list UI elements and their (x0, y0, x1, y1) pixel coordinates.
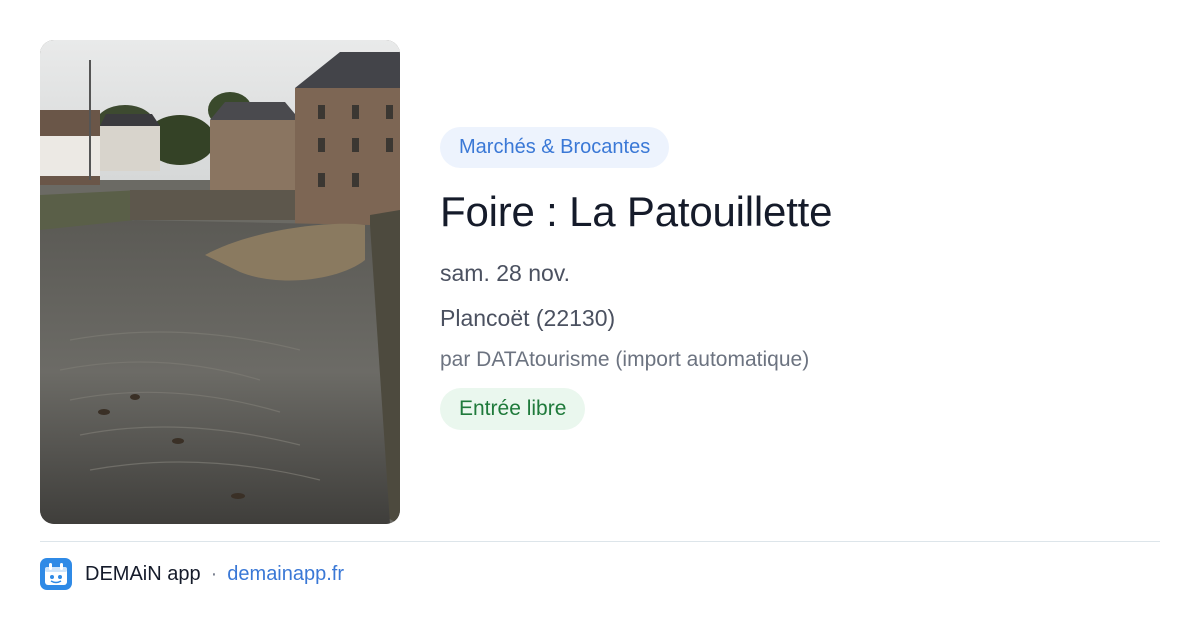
demain-logo-icon (40, 558, 72, 590)
event-info: Marchés & Brocantes Foire : La Patouille… (440, 127, 1160, 430)
app-name: DEMAiN app (85, 562, 201, 585)
event-location: Plancoët (22130) (440, 305, 616, 331)
price-badge: Entrée libre (440, 388, 586, 430)
category-badge[interactable]: Marchés & Brocantes (440, 127, 670, 168)
river-town-photo (40, 40, 400, 524)
event-author: par DATAtourisme (import automatique) (440, 348, 810, 371)
footer-separator: · (210, 562, 218, 585)
footer: DEMAiN app · demainapp.fr (40, 558, 344, 590)
footer-divider (40, 541, 1160, 542)
site-link[interactable]: demainapp.fr (227, 563, 344, 586)
event-date: sam. 28 nov. (440, 260, 570, 286)
event-photo (40, 40, 400, 524)
event-title: Foire : La Patouillette (440, 188, 833, 235)
